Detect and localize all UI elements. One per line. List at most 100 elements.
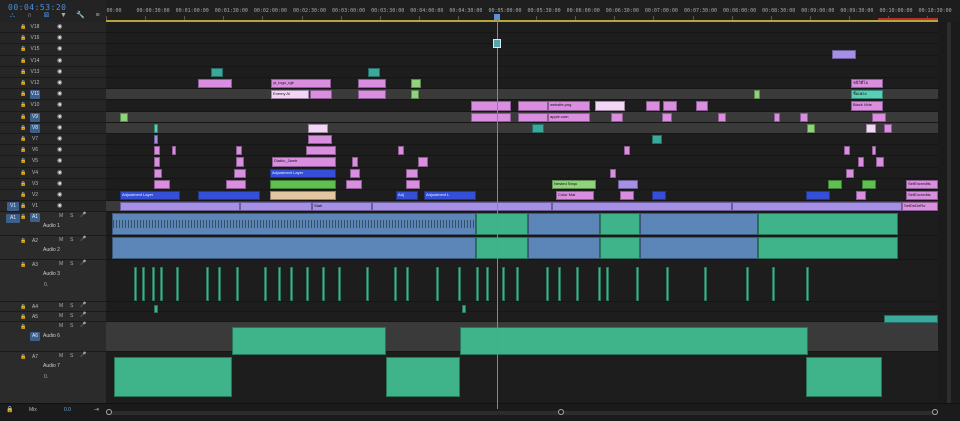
clip[interactable] xyxy=(462,305,466,314)
track-name[interactable]: V11 xyxy=(30,90,40,100)
track-name[interactable]: A4 xyxy=(30,303,40,312)
clip[interactable] xyxy=(552,202,732,212)
clip[interactable] xyxy=(152,267,155,302)
track-name[interactable]: A3 xyxy=(30,261,40,270)
track-name[interactable]: V1 xyxy=(30,202,40,211)
clip[interactable] xyxy=(872,146,876,156)
clip[interactable] xyxy=(652,191,666,201)
clip[interactable] xyxy=(406,267,409,302)
clip[interactable] xyxy=(876,157,884,167)
scroll-end-handle[interactable] xyxy=(932,409,938,415)
lock-icon[interactable]: 🔒 xyxy=(20,213,26,222)
track-area[interactable]: yt_logo_rgb ชนิวิดีโอ Enemy Al ชื่อเพลง webs… xyxy=(106,22,938,413)
clip[interactable] xyxy=(436,267,439,302)
eye-icon[interactable]: ◉ xyxy=(57,57,62,66)
clip[interactable] xyxy=(398,146,404,156)
eye-icon[interactable]: ◉ xyxy=(57,157,62,166)
eye-icon[interactable]: ◉ xyxy=(57,23,62,32)
track-name[interactable]: V3 xyxy=(30,180,40,189)
eye-icon[interactable]: ◉ xyxy=(57,79,62,88)
clip[interactable] xyxy=(618,179,638,189)
clip[interactable] xyxy=(663,101,677,111)
clip[interactable] xyxy=(406,168,418,178)
playhead-handle[interactable] xyxy=(493,14,500,20)
settings-icon[interactable]: ≡ xyxy=(93,12,102,20)
video-lane[interactable] xyxy=(106,134,938,146)
lock-icon[interactable]: 🔒 xyxy=(20,313,26,322)
clip[interactable] xyxy=(471,101,511,111)
lock-icon[interactable]: 🔒 xyxy=(20,303,26,312)
lock-icon[interactable]: 🔒 xyxy=(20,23,26,32)
clip[interactable] xyxy=(176,267,179,302)
clip[interactable] xyxy=(528,213,600,236)
lock-icon[interactable]: 🔒 xyxy=(20,157,26,166)
voice-over-record-icon[interactable]: 🎤 xyxy=(80,260,86,266)
clip[interactable] xyxy=(516,267,519,302)
voice-over-record-icon[interactable]: 🎤 xyxy=(80,302,86,308)
audio-lane[interactable] xyxy=(106,312,938,323)
clip[interactable] xyxy=(154,179,170,189)
clip[interactable] xyxy=(270,179,336,189)
clip[interactable] xyxy=(576,267,579,302)
video-lane[interactable] xyxy=(106,156,938,168)
clip[interactable] xyxy=(620,191,634,201)
clip[interactable]: Nested Sequ xyxy=(552,179,596,189)
video-lane[interactable] xyxy=(106,67,938,78)
clip[interactable] xyxy=(154,157,160,167)
clip[interactable] xyxy=(528,237,600,260)
track-name[interactable]: V12 xyxy=(30,79,40,88)
video-lane[interactable] xyxy=(106,89,938,101)
eye-icon[interactable]: ◉ xyxy=(57,202,62,211)
clip[interactable] xyxy=(758,213,898,236)
track-name[interactable]: V2 xyxy=(30,191,40,200)
clip[interactable] xyxy=(154,123,158,133)
linked-selection-icon[interactable]: ∩ xyxy=(25,12,34,20)
clip[interactable] xyxy=(696,101,708,111)
clip[interactable] xyxy=(754,90,760,100)
track-name[interactable]: V15 xyxy=(30,45,40,54)
track-name[interactable]: V9 xyxy=(30,112,40,122)
lock-icon[interactable]: 🔒 xyxy=(20,124,26,133)
clip[interactable] xyxy=(558,267,561,302)
clip[interactable] xyxy=(636,267,639,302)
clip[interactable]: Adjustment Layer xyxy=(270,168,336,178)
clip[interactable] xyxy=(872,112,886,122)
clip[interactable] xyxy=(800,112,808,122)
lock-icon[interactable]: 🔒 xyxy=(20,169,26,178)
lock-icon[interactable]: 🔒 xyxy=(20,237,26,246)
clip[interactable]: Color Mat xyxy=(556,191,594,201)
clip[interactable] xyxy=(368,67,380,77)
clip[interactable]: ชนิวิดีโอ xyxy=(851,79,883,89)
playhead[interactable] xyxy=(496,14,498,409)
snap-icon[interactable]: ⛬ xyxy=(8,12,17,20)
clip[interactable] xyxy=(154,305,158,314)
lock-icon[interactable]: 🔒 xyxy=(20,146,26,155)
clip[interactable] xyxy=(411,79,421,89)
track-name[interactable]: V16 xyxy=(30,34,40,43)
clip[interactable] xyxy=(640,213,758,236)
mute-button[interactable]: M xyxy=(59,303,63,309)
lock-icon[interactable]: 🔒 xyxy=(20,261,26,270)
clip[interactable] xyxy=(232,327,386,356)
track-volume[interactable]: 0. xyxy=(44,374,48,380)
clip[interactable] xyxy=(807,123,815,133)
clip[interactable] xyxy=(610,168,616,178)
lock-icon[interactable]: 🔒 xyxy=(6,406,13,413)
clip[interactable] xyxy=(154,135,158,145)
lock-icon[interactable]: 🔒 xyxy=(20,191,26,200)
eye-icon[interactable]: ◉ xyxy=(57,135,62,144)
clip[interactable]: yt_logo_rgb xyxy=(271,79,331,89)
clip[interactable]: Diablo_2wetr xyxy=(272,157,336,167)
clip[interactable] xyxy=(606,267,609,302)
eye-icon[interactable]: ◉ xyxy=(57,68,62,77)
clip[interactable] xyxy=(884,315,938,324)
lock-icon[interactable]: 🔒 xyxy=(20,90,26,99)
clip[interactable] xyxy=(236,157,244,167)
clip[interactable] xyxy=(358,79,386,89)
clip[interactable] xyxy=(595,101,625,111)
clip[interactable] xyxy=(112,237,476,260)
clip[interactable] xyxy=(746,267,749,302)
track-name[interactable]: A1 xyxy=(30,213,40,223)
clip[interactable] xyxy=(226,179,246,189)
clip[interactable] xyxy=(154,168,162,178)
